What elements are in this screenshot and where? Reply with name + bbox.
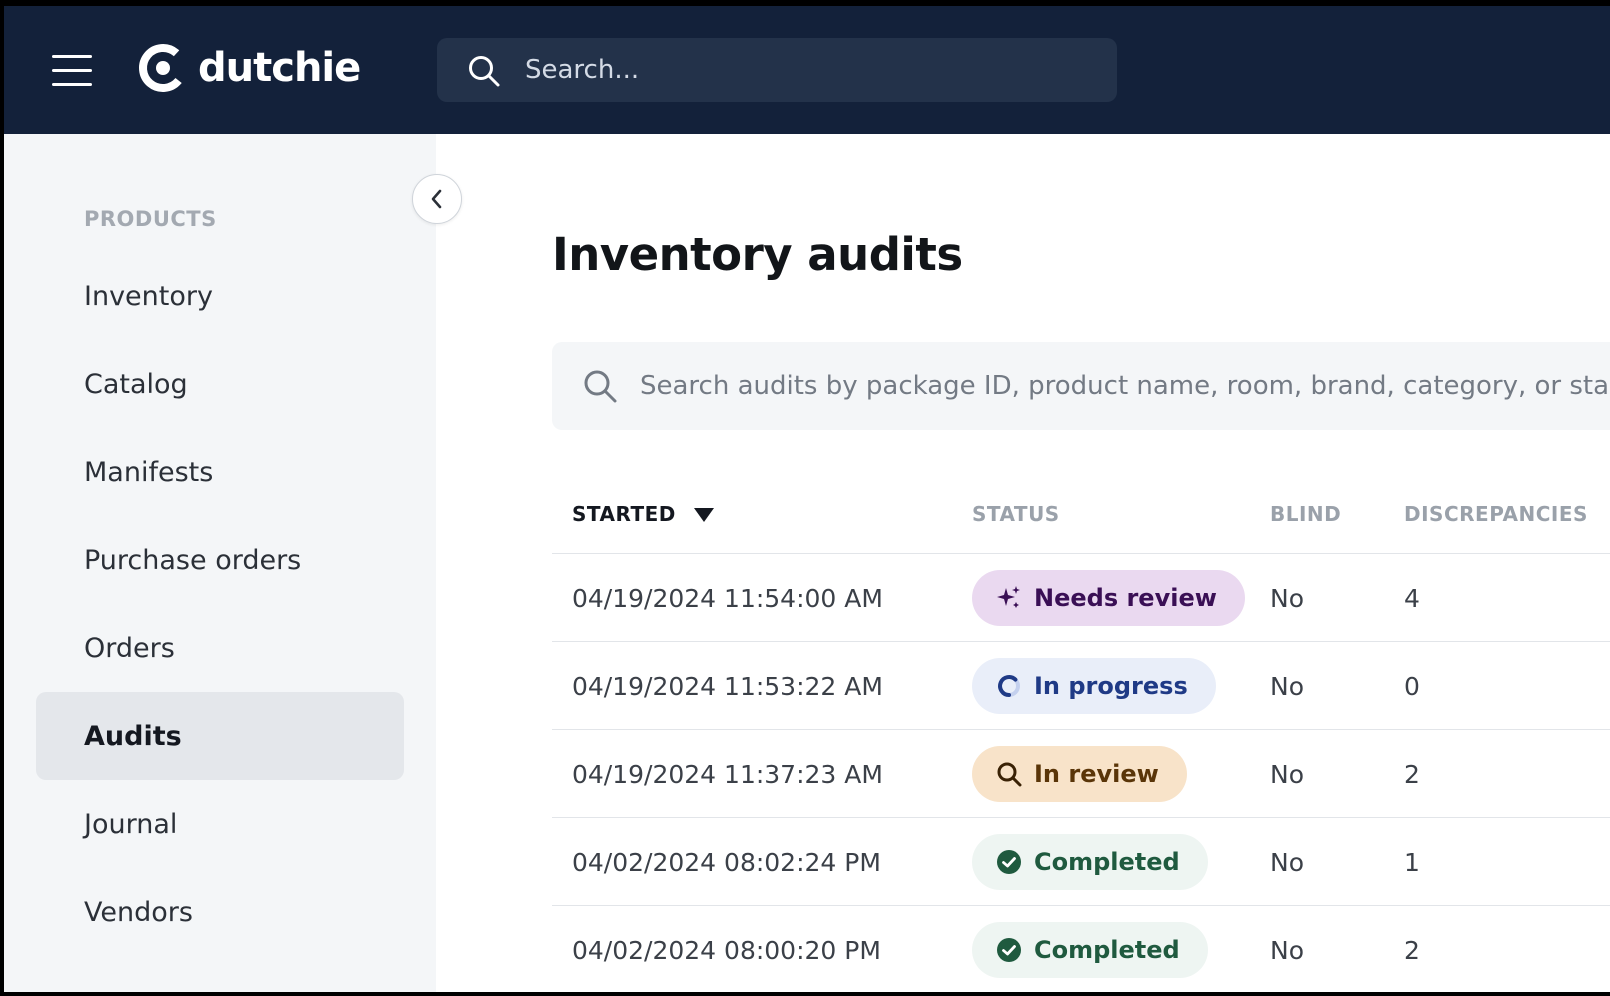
- app-window: dutchie PRODUCTS Inventory Catalog Manif…: [4, 6, 1610, 992]
- audit-search[interactable]: [552, 342, 1610, 430]
- blind-cell: No: [1270, 671, 1304, 701]
- sparkle-icon: [997, 586, 1020, 608]
- dutchie-logo-icon: [139, 44, 187, 92]
- status-label: Completed: [1034, 936, 1180, 964]
- table-row[interactable]: 04/19/2024 11:53:22 AM In progress No 0: [552, 642, 1610, 730]
- sidebar-item-inventory[interactable]: Inventory: [36, 252, 404, 340]
- status-label: In progress: [1034, 672, 1188, 700]
- discrepancies-cell: 1: [1404, 847, 1420, 877]
- discrepancies-cell: 0: [1404, 671, 1420, 701]
- started-cell: 04/19/2024 11:37:23 AM: [572, 759, 883, 789]
- sidebar: PRODUCTS Inventory Catalog Manifests Pur…: [4, 134, 436, 992]
- table-row[interactable]: 04/19/2024 11:54:00 AM Needs review No 4: [552, 554, 1610, 642]
- discrepancies-cell: 2: [1404, 759, 1420, 789]
- discrepancies-cell: 2: [1404, 935, 1420, 965]
- sidebar-item-label: Inventory: [84, 280, 213, 312]
- sort-descending-icon[interactable]: [692, 506, 716, 524]
- audits-table: STARTED STATUS BLIND DISCREPANCIES 04/19…: [552, 472, 1610, 992]
- table-header: STARTED STATUS BLIND DISCREPANCIES: [552, 472, 1610, 554]
- sidebar-item-label: Catalog: [84, 368, 188, 400]
- status-badge-needs-review: Needs review: [972, 570, 1245, 626]
- sidebar-item-label: Journal: [84, 808, 178, 840]
- menu-icon[interactable]: [52, 55, 92, 87]
- brand-name: dutchie: [198, 45, 361, 91]
- status-label: Completed: [1034, 848, 1180, 876]
- status-label: Needs review: [1034, 584, 1217, 612]
- status-badge-in-review: In review: [972, 746, 1187, 802]
- sidebar-item-journal[interactable]: Journal: [36, 780, 404, 868]
- discrepancies-cell: 4: [1404, 583, 1420, 613]
- global-search-input[interactable]: [525, 38, 1085, 102]
- chevron-left-icon: [431, 189, 442, 209]
- sidebar-item-label: Orders: [84, 632, 175, 664]
- started-cell: 04/19/2024 11:54:00 AM: [572, 583, 883, 613]
- brand-logo[interactable]: dutchie: [138, 42, 361, 94]
- started-cell: 04/02/2024 08:00:20 PM: [572, 935, 881, 965]
- status-label: In review: [1034, 760, 1159, 788]
- column-header-status: STATUS: [972, 502, 1060, 526]
- check-circle-icon: [997, 938, 1021, 962]
- blind-cell: No: [1270, 583, 1304, 613]
- progress-ring-icon: [998, 675, 1020, 697]
- sidebar-item-audits[interactable]: Audits: [36, 692, 404, 780]
- started-cell: 04/02/2024 08:02:24 PM: [572, 847, 881, 877]
- audit-search-input[interactable]: [640, 342, 1610, 430]
- sidebar-item-label: Manifests: [84, 456, 214, 488]
- top-bar: dutchie: [4, 6, 1610, 134]
- blind-cell: No: [1270, 847, 1304, 877]
- sidebar-item-orders[interactable]: Orders: [36, 604, 404, 692]
- blind-cell: No: [1270, 759, 1304, 789]
- sidebar-item-vendors[interactable]: Vendors: [36, 868, 404, 956]
- check-circle-icon: [997, 850, 1021, 874]
- collapse-sidebar-button[interactable]: [412, 174, 462, 224]
- sidebar-item-label: Vendors: [84, 896, 193, 928]
- table-row[interactable]: 04/02/2024 08:00:20 PM Completed No 2: [552, 906, 1610, 992]
- column-header-discrepancies: DISCREPANCIES: [1404, 502, 1588, 526]
- sidebar-item-label: Audits: [84, 720, 182, 752]
- sidebar-section-title: PRODUCTS: [84, 207, 217, 231]
- sidebar-item-purchase-orders[interactable]: Purchase orders: [36, 516, 404, 604]
- table-row[interactable]: 04/19/2024 11:37:23 AM In review No 2: [552, 730, 1610, 818]
- status-badge-completed: Completed: [972, 922, 1208, 978]
- column-header-started[interactable]: STARTED: [572, 502, 676, 526]
- table-row[interactable]: 04/02/2024 08:02:24 PM Completed No 1: [552, 818, 1610, 906]
- blind-cell: No: [1270, 935, 1304, 965]
- status-badge-completed: Completed: [972, 834, 1208, 890]
- global-search[interactable]: [437, 38, 1117, 102]
- sidebar-item-label: Purchase orders: [84, 544, 302, 576]
- page-title: Inventory audits: [552, 228, 963, 281]
- started-cell: 04/19/2024 11:53:22 AM: [572, 671, 883, 701]
- magnifier-icon: [997, 762, 1022, 787]
- column-header-blind: BLIND: [1270, 502, 1342, 526]
- search-icon: [584, 370, 617, 403]
- sidebar-item-manifests[interactable]: Manifests: [36, 428, 404, 516]
- status-badge-in-progress: In progress: [972, 658, 1216, 714]
- search-icon: [469, 56, 500, 87]
- sidebar-item-catalog[interactable]: Catalog: [36, 340, 404, 428]
